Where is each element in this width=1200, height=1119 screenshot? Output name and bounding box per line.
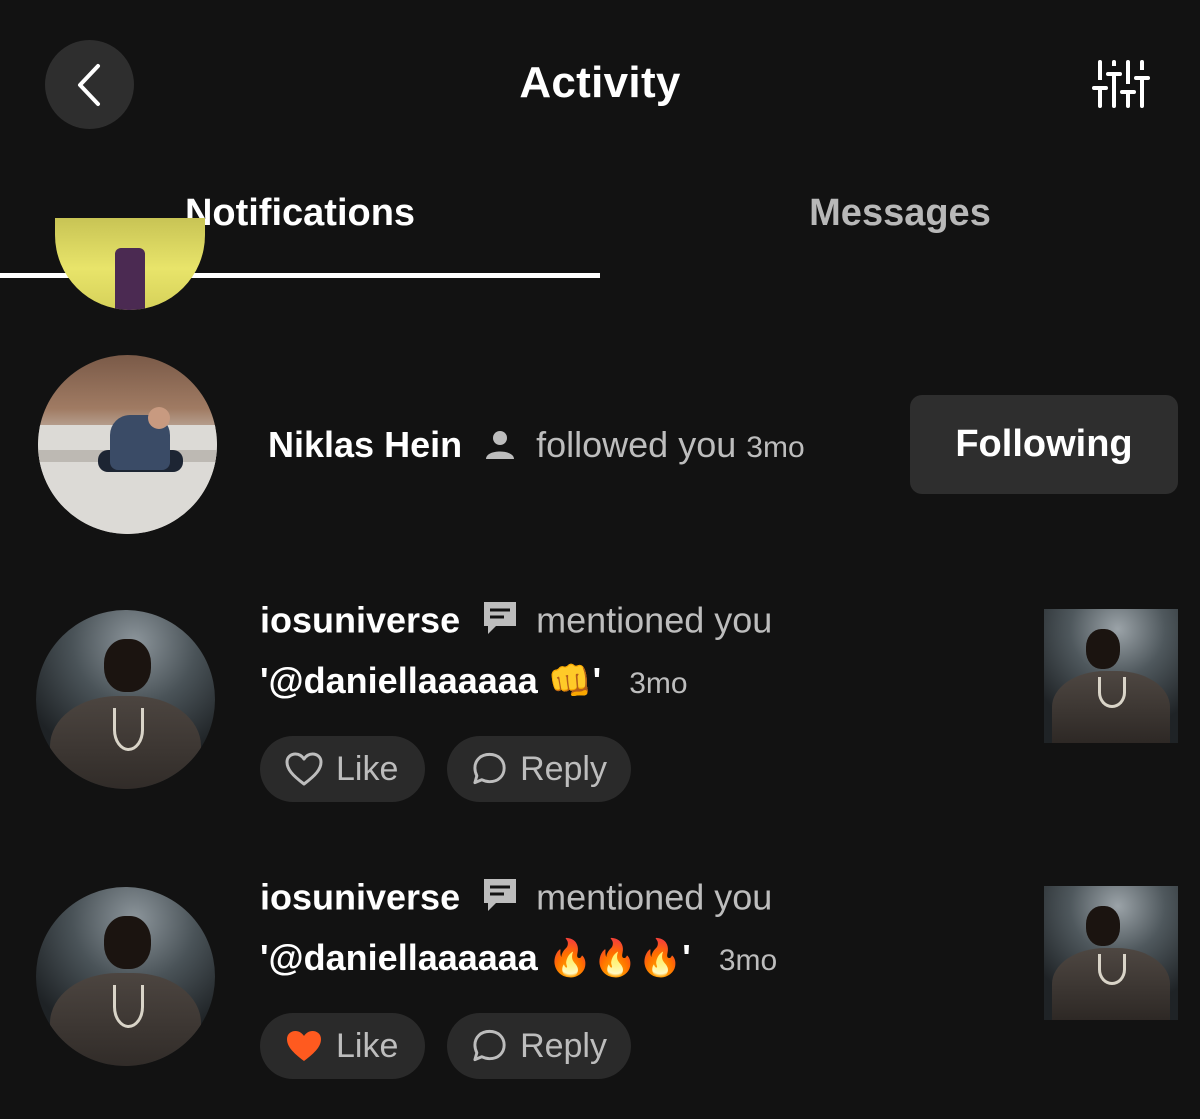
sliders-icon	[1092, 60, 1150, 108]
notification-action: mentioned you	[536, 599, 773, 641]
person-icon	[486, 431, 515, 460]
page-title: Activity	[519, 58, 681, 107]
follow-notification-text: Niklas Hein followed you 3mo	[268, 424, 805, 467]
timestamp: 3mo	[718, 944, 778, 977]
filter-button[interactable]	[1092, 58, 1150, 110]
avatar-iosuniverse[interactable]	[36, 887, 215, 1066]
header: Activity	[0, 0, 1200, 170]
like-label: Like	[336, 749, 399, 788]
comment-text: '@daniellaaaaaa 🔥🔥🔥'	[260, 937, 691, 978]
post-thumbnail[interactable]	[1044, 609, 1178, 743]
username[interactable]: iosuniverse	[260, 600, 460, 641]
tab-messages[interactable]: Messages	[600, 192, 1200, 235]
reply-button[interactable]: Reply	[447, 736, 631, 802]
like-button[interactable]: Like	[260, 736, 425, 802]
comment-icon	[484, 879, 517, 911]
mention-notification-text: iosuniverse mentioned you	[260, 598, 772, 648]
like-label: Like	[336, 1026, 399, 1065]
username[interactable]: iosuniverse	[260, 877, 460, 918]
notification-action: mentioned you	[536, 876, 773, 918]
avatar-iosuniverse[interactable]	[36, 610, 215, 789]
reply-label: Reply	[520, 1026, 607, 1065]
avatar-niklas-hein[interactable]	[38, 355, 217, 534]
like-button[interactable]: Like	[260, 1013, 425, 1079]
reply-label: Reply	[520, 749, 607, 788]
speech-bubble-icon	[473, 1029, 506, 1062]
username[interactable]: Niklas Hein	[268, 424, 462, 465]
notification-action: followed you	[536, 424, 737, 465]
following-button[interactable]: Following	[910, 395, 1178, 494]
mention-comment-line: '@daniellaaaaaa 🔥🔥🔥' 3mo	[260, 937, 777, 979]
mention-comment-line: '@daniellaaaaaa 👊' 3mo	[260, 660, 688, 702]
timestamp: 3mo	[629, 667, 688, 700]
post-thumbnail[interactable]	[1044, 886, 1178, 1020]
speech-bubble-icon	[473, 752, 506, 785]
avatar[interactable]	[55, 218, 205, 310]
timestamp: 3mo	[746, 431, 805, 464]
heart-filled-icon	[287, 1031, 321, 1061]
comment-icon	[484, 602, 517, 634]
comment-text: '@daniellaaaaaa 👊'	[260, 660, 602, 701]
reply-button[interactable]: Reply	[447, 1013, 631, 1079]
heart-outline-icon	[285, 752, 323, 786]
mention-notification-text: iosuniverse mentioned you	[260, 875, 772, 925]
